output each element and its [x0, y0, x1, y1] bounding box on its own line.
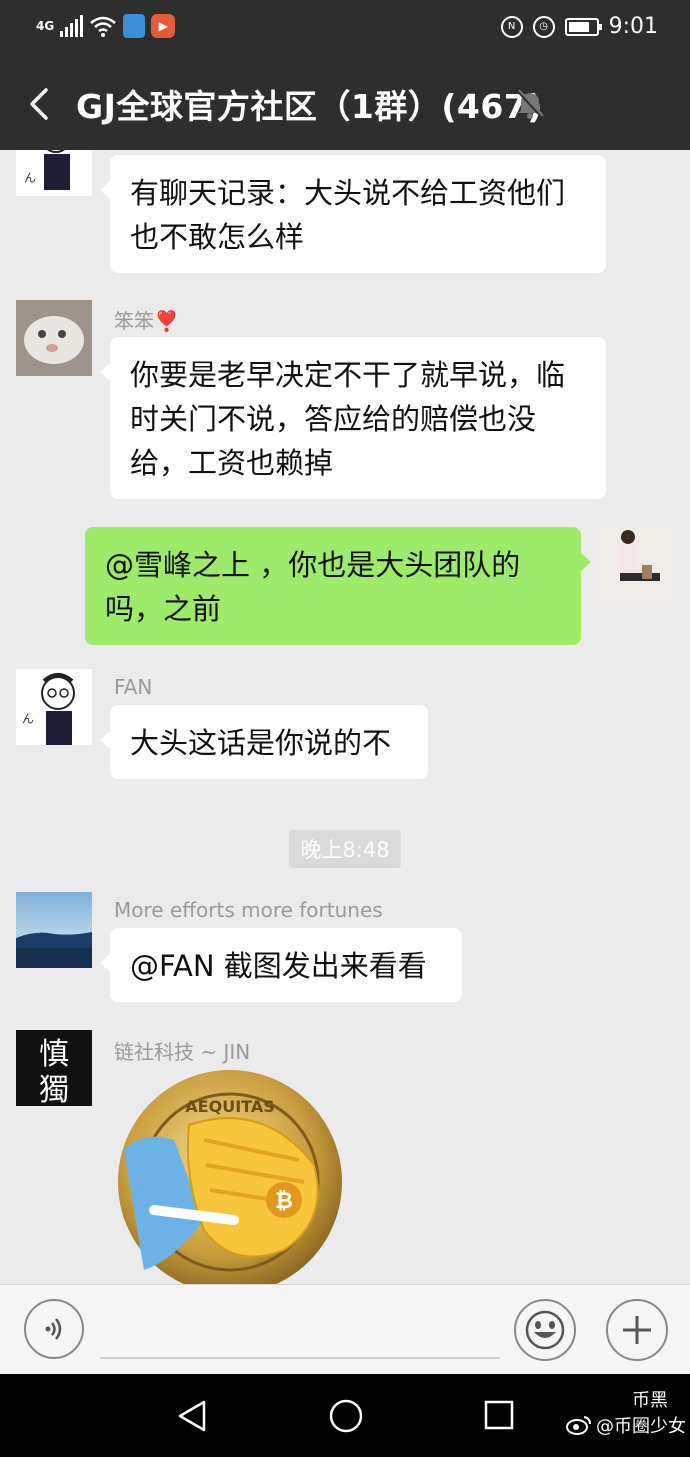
- home-circle-icon[interactable]: [326, 1396, 366, 1436]
- input-bar: [0, 1284, 690, 1375]
- alarm-icon: ◷: [532, 15, 555, 38]
- sender-name: 笨笨❣️: [114, 309, 179, 333]
- message-line: 也不敢怎么样: [130, 220, 305, 254]
- message-line: @雪峰之上 ，你也是大头团队的: [105, 548, 521, 582]
- nfc-icon: N: [500, 15, 523, 38]
- coin-inscription: AEQUITAS: [185, 1097, 274, 1116]
- voice-icon[interactable]: [24, 1299, 84, 1359]
- status-right: N ◷ 9:01: [500, 14, 658, 39]
- svg-text:ん: ん: [24, 171, 36, 185]
- message-line: 你要是老早决定不干了就早说，临: [130, 358, 566, 392]
- time-divider: 晚上8:48: [289, 830, 401, 868]
- system-nav-bar: 币黑 @币圈少女: [0, 1374, 690, 1457]
- avatar[interactable]: ん: [16, 150, 92, 196]
- emoji-icon[interactable]: [514, 1299, 576, 1361]
- svg-text:獨: 獨: [39, 1073, 69, 1106]
- chat-header: GJ全球官方社区（1群）(467): [0, 58, 690, 150]
- watermark-line2: @币圈少女: [566, 1412, 686, 1438]
- message-line: 有聊天记录：大头说不给工资他们: [130, 176, 566, 210]
- message-bubble-self[interactable]: @雪峰之上 ，你也是大头团队的 吗，之前: [85, 527, 591, 645]
- status-time: 9:01: [608, 14, 658, 39]
- battery-icon: [564, 17, 602, 36]
- network-type: 4G: [36, 19, 55, 33]
- message-bubble[interactable]: 你要是老早决定不干了就早说，临 时关门不说，答应给的赔偿也没 给，工资也赖掉: [100, 337, 606, 499]
- mute-bell-icon: [516, 89, 544, 119]
- plus-icon[interactable]: [606, 1299, 668, 1361]
- play-icon: ▶: [151, 14, 176, 38]
- watermark-line1: 币黑: [632, 1390, 668, 1411]
- message-line: 给，工资也赖掉: [130, 446, 334, 480]
- svg-text:₿: ₿: [275, 1189, 293, 1214]
- avatar-calligraphy: 慎: [39, 1037, 69, 1072]
- message-input[interactable]: [100, 1357, 500, 1359]
- message-line: @FAN 截图发出来看看: [130, 949, 427, 983]
- avatar[interactable]: 慎獨: [16, 1030, 92, 1108]
- heart-emoji-icon: ❣️: [154, 309, 179, 333]
- facepalm-bitcoin-sticker[interactable]: AEQUITAS ₿: [114, 1070, 346, 1284]
- avatar[interactable]: [16, 892, 92, 968]
- message-bubble[interactable]: @FAN 截图发出来看看: [100, 928, 462, 1002]
- message-bubble[interactable]: 大头这话是你说的不: [100, 705, 428, 779]
- svg-text:ん: ん: [22, 712, 34, 726]
- message-line: 时关门不说，答应给的赔偿也没: [130, 402, 537, 436]
- shield-icon: [123, 14, 146, 38]
- sender-name: FAN: [114, 675, 153, 699]
- status-bar: 4G ▶ N ◷ 9:01: [0, 0, 690, 58]
- weibo-logo-icon: [566, 1416, 591, 1435]
- message-line: 吗，之前: [105, 592, 222, 626]
- sender-name: More efforts more fortunes: [114, 898, 383, 922]
- message-line: 大头这话是你说的不: [130, 726, 392, 760]
- status-left: 4G ▶: [36, 14, 176, 38]
- chat-area[interactable]: ん 有聊天记录：大头说不给工资他们 也不敢怎么样 笨笨❣️ 你要是老早决定不干了…: [0, 150, 690, 1284]
- back-arrow-icon[interactable]: [24, 82, 64, 126]
- chat-title: GJ全球官方社区（1群）(467): [76, 87, 543, 126]
- signal-icon: [60, 15, 84, 37]
- avatar[interactable]: ん: [16, 669, 92, 745]
- back-triangle-icon[interactable]: [174, 1398, 210, 1434]
- message-bubble[interactable]: 有聊天记录：大头说不给工资他们 也不敢怎么样: [100, 155, 606, 273]
- sender-name: 链社科技 ~ JIN: [114, 1040, 251, 1064]
- avatar[interactable]: [16, 300, 92, 376]
- recents-square-icon[interactable]: [482, 1398, 516, 1432]
- avatar-self[interactable]: [598, 527, 674, 603]
- wifi-icon: [90, 16, 117, 37]
